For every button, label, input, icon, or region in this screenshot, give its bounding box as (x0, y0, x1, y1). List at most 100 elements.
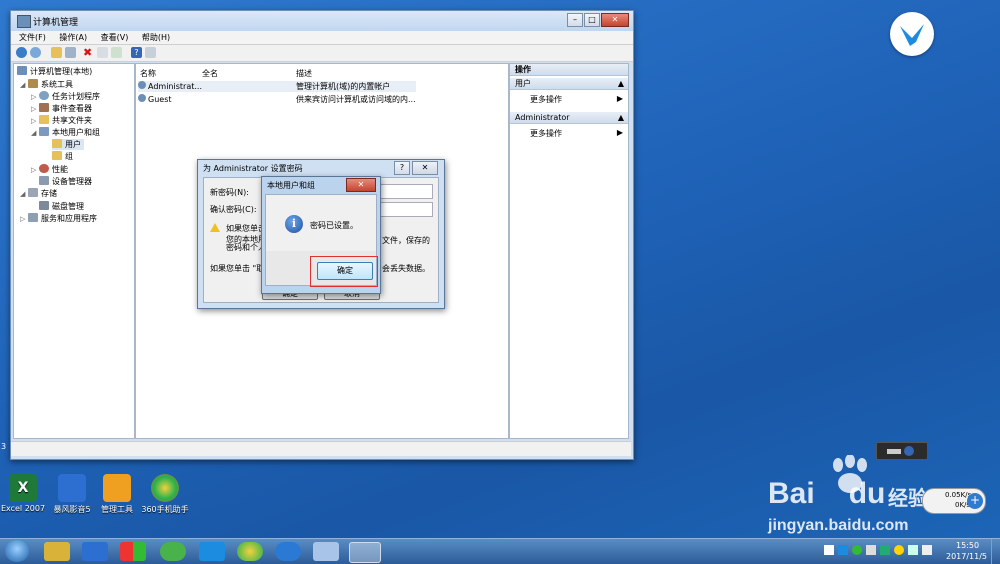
360-assistant-icon (151, 474, 179, 502)
tree-pane: 计算机管理(本地) ◢ 系统工具 ▷ 任务计划程序 ▷ 事件查看器 ▷ 共享文件夹 ◢ 本… (13, 63, 135, 439)
minimize-button[interactable]: – (567, 13, 583, 27)
cell-name: Administrat... (148, 82, 202, 91)
forward-icon[interactable] (30, 47, 41, 58)
tree-item-users[interactable]: 用户 (52, 139, 84, 150)
actions-section-users[interactable]: 用户 ▲ (510, 78, 628, 90)
maximize-button[interactable]: □ (584, 13, 600, 27)
info-text-left: 如果您单击 "取 (210, 264, 265, 273)
message-text: 密码已设置。 (310, 221, 358, 230)
desktop-icon-label: 360手机助手 (141, 505, 189, 514)
expand-arrow-icon[interactable]: ▷ (31, 104, 39, 115)
taskbar-app-storm[interactable] (82, 542, 108, 561)
password-set-message-dialog[interactable]: 本地用户和组 ✕ i 密码已设置。 确定 (261, 176, 381, 294)
tree-item-local-users-groups[interactable]: ◢ 本地用户和组 (31, 127, 100, 138)
taskbar-app-windows[interactable] (120, 542, 146, 561)
tree-item-groups[interactable]: 组 (52, 151, 73, 162)
taskbar-app-browser[interactable] (160, 542, 186, 561)
expand-arrow-icon[interactable]: ▷ (31, 116, 39, 127)
back-icon[interactable] (16, 47, 27, 58)
submenu-arrow-icon: ▶ (616, 94, 623, 103)
title-bar[interactable]: 计算机管理 – □ ✕ (11, 11, 633, 31)
shield-icon[interactable] (880, 545, 890, 555)
collapse-up-icon[interactable]: ▲ (618, 78, 624, 90)
warning-icon (210, 223, 220, 232)
taskbar-app-qq-pet[interactable] (44, 542, 70, 561)
flag-icon[interactable] (824, 545, 834, 555)
table-row[interactable]: Guest 供来宾访问计算机或访问域的内... (138, 94, 416, 105)
info-text-right: 会丢失数据。 (382, 264, 430, 273)
watermark-url: jingyan.baidu.com (768, 517, 909, 534)
close-button[interactable]: ✕ (412, 161, 438, 175)
folder-icon (39, 115, 49, 124)
start-button[interactable] (5, 540, 29, 562)
taskbar: 15:50 2017/11/5 (0, 538, 1000, 564)
menu-action[interactable]: 操作(A) (59, 33, 87, 42)
volume-icon[interactable] (922, 545, 932, 555)
clock-time[interactable]: 15:50 (956, 541, 979, 550)
menu-view[interactable]: 查看(V) (101, 33, 129, 42)
close-button[interactable]: ✕ (346, 178, 376, 192)
actions-pane: 操作 用户 ▲ 更多操作 ▶ Administrator ▲ 更多操作 ▶ (509, 63, 629, 439)
ime-tray-icon[interactable] (866, 545, 876, 555)
ok-button[interactable]: 确定 (317, 262, 373, 280)
tree-item-disk-management[interactable]: 磁盘管理 (39, 201, 84, 212)
network-icon[interactable] (908, 545, 918, 555)
tree-item-system-tools[interactable]: ◢ 系统工具 (20, 79, 73, 90)
help-button[interactable]: ? (394, 161, 410, 175)
expand-arrow-icon[interactable]: ▷ (31, 165, 39, 176)
clock-date[interactable]: 2017/11/5 (946, 552, 987, 561)
taskbar-app-360-browser[interactable] (237, 542, 263, 561)
tree-item-computer-management[interactable]: 计算机管理(本地) (17, 66, 92, 77)
actions-section-administrator[interactable]: Administrator ▲ (510, 112, 628, 124)
desktop-icon-360[interactable]: 360手机助手 (134, 474, 196, 515)
tree-item-event-viewer[interactable]: ▷ 事件查看器 (31, 103, 92, 114)
toolbar: ✖ ? (11, 45, 633, 62)
delete-icon[interactable]: ✖ (83, 47, 94, 58)
netspeed-widget[interactable]: 0.05K/s 0K/s + (922, 488, 986, 514)
column-header-description[interactable]: 描述 (296, 68, 312, 79)
table-row[interactable]: Administrat... 管理计算机(域)的内置帐户 (138, 81, 416, 92)
watermark-brand: Bai du (768, 477, 886, 510)
collapse-up-icon[interactable]: ▲ (618, 112, 624, 124)
show-tree-icon[interactable] (65, 47, 76, 58)
up-folder-icon[interactable] (51, 47, 62, 58)
menu-file[interactable]: 文件(F) (19, 33, 46, 42)
taskbar-app-paint[interactable] (313, 542, 339, 561)
column-header-name[interactable]: 名称 (140, 68, 156, 79)
menu-help[interactable]: 帮助(H) (142, 33, 170, 42)
tree-item-task-scheduler[interactable]: ▷ 任务计划程序 (31, 91, 100, 102)
tree-item-shared-folders[interactable]: ▷ 共享文件夹 (31, 115, 92, 126)
more-actions-users[interactable]: 更多操作 ▶ (530, 94, 623, 105)
column-header-fullname[interactable]: 全名 (202, 68, 218, 79)
taskbar-app-bird[interactable] (199, 542, 225, 561)
tree-item-storage[interactable]: ◢ 存储 (20, 188, 57, 199)
show-desktop-button[interactable] (991, 539, 1000, 564)
dialog-body: i 密码已设置。 确定 (265, 194, 378, 287)
more-actions-administrator[interactable]: 更多操作 ▶ (530, 128, 623, 139)
admin-tools-icon (103, 474, 131, 502)
clock-icon (39, 91, 49, 100)
properties-icon[interactable] (97, 47, 108, 58)
tree-item-device-manager[interactable]: 设备管理器 (39, 176, 92, 187)
qq-tray-icon[interactable] (894, 545, 904, 555)
bird-app-badge[interactable] (890, 12, 934, 56)
expand-arrow-icon[interactable]: ▷ (20, 214, 28, 225)
close-button[interactable]: ✕ (601, 13, 629, 27)
tree-item-performance[interactable]: ▷ 性能 (31, 164, 68, 175)
new-password-field[interactable] (379, 184, 433, 199)
collapse-arrow-icon[interactable]: ◢ (20, 80, 28, 91)
add-icon[interactable]: + (967, 493, 983, 509)
export-icon[interactable] (111, 47, 122, 58)
tree-item-services-apps[interactable]: ▷ 服务和应用程序 (20, 213, 97, 224)
mmc-icon[interactable] (145, 47, 156, 58)
security-tray-icon[interactable] (852, 545, 862, 555)
bird-tray-icon[interactable] (838, 545, 848, 555)
help-icon[interactable]: ? (131, 47, 142, 58)
confirm-password-field[interactable] (379, 202, 433, 217)
collapse-arrow-icon[interactable]: ◢ (31, 128, 39, 139)
expand-arrow-icon[interactable]: ▷ (31, 92, 39, 103)
collapse-arrow-icon[interactable]: ◢ (20, 189, 28, 200)
taskbar-app-computer-management[interactable] (349, 542, 381, 563)
taskbar-app-sogou[interactable] (275, 542, 301, 561)
storm-player-icon (58, 474, 86, 502)
